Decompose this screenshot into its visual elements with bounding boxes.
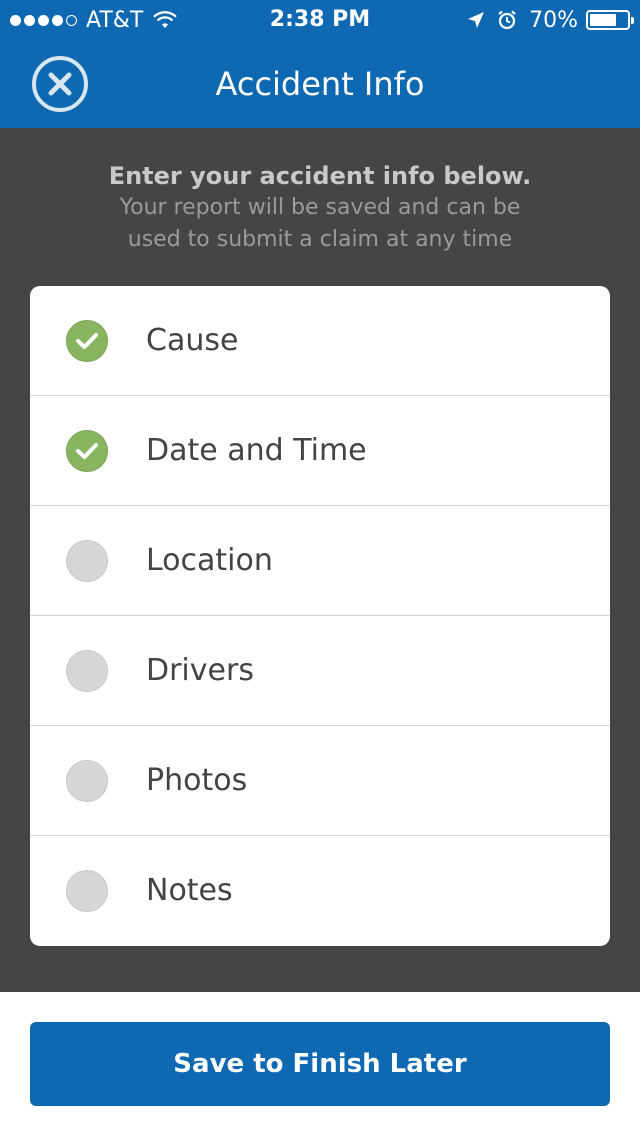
checklist-item-label: Photos bbox=[146, 763, 248, 798]
check-icon bbox=[66, 320, 108, 362]
check-icon bbox=[66, 430, 108, 472]
checklist-item-label: Drivers bbox=[146, 653, 254, 688]
checklist-item-drivers[interactable]: Drivers bbox=[30, 616, 610, 726]
checklist-item-photos[interactable]: Photos bbox=[30, 726, 610, 836]
status-right: 70% bbox=[467, 0, 634, 40]
battery-percent: 70% bbox=[529, 7, 578, 33]
intro-text: Enter your accident info below. Your rep… bbox=[0, 160, 640, 256]
intro-subtitle-line2: used to submit a claim at any time bbox=[127, 227, 513, 252]
pending-circle-icon bbox=[66, 540, 108, 582]
pending-circle-icon bbox=[66, 760, 108, 802]
checklist-item-notes[interactable]: Notes bbox=[30, 836, 610, 946]
pending-circle-icon bbox=[66, 870, 108, 912]
battery-icon bbox=[586, 10, 634, 30]
checklist-item-label: Location bbox=[146, 543, 273, 578]
page-title: Accident Info bbox=[215, 65, 425, 103]
checklist-item-label: Date and Time bbox=[146, 433, 367, 468]
checklist-item-label: Cause bbox=[146, 323, 239, 358]
save-to-finish-later-button[interactable]: Save to Finish Later bbox=[30, 1022, 610, 1106]
checklist-item-date-and-time[interactable]: Date and Time bbox=[30, 396, 610, 506]
location-arrow-icon bbox=[468, 12, 485, 28]
checklist-item-label: Notes bbox=[146, 873, 233, 908]
checklist-item-cause[interactable]: Cause bbox=[30, 286, 610, 396]
bottom-action-area: Save to Finish Later bbox=[0, 992, 640, 1136]
intro-subtitle-line1: Your report will be saved and can be bbox=[119, 195, 521, 220]
checklist-item-location[interactable]: Location bbox=[30, 506, 610, 616]
intro-title: Enter your accident info below. bbox=[108, 162, 532, 190]
navigation-bar: Accident Info bbox=[0, 40, 640, 128]
status-bar: AT&T 2:38 PM 70% bbox=[0, 0, 640, 40]
checklist-card: Cause Date and Time Location Drivers Pho… bbox=[30, 286, 610, 946]
alarm-icon bbox=[498, 10, 516, 30]
pending-circle-icon bbox=[66, 650, 108, 692]
